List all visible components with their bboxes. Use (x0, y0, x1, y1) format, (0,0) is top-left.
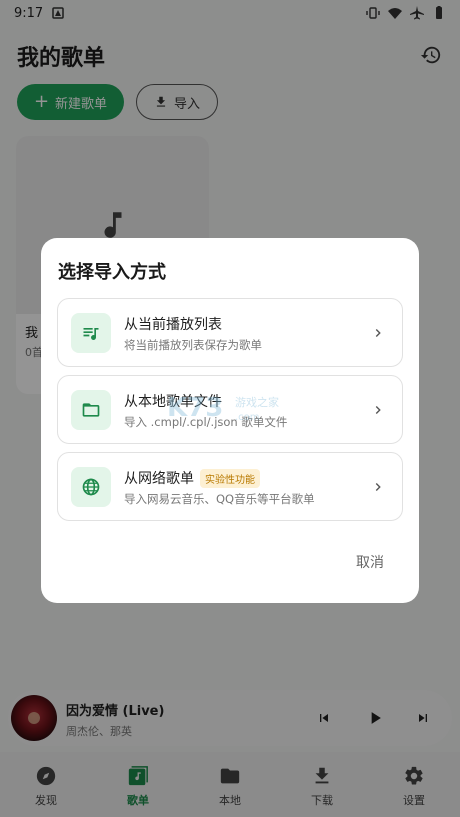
import-method-dialog: 选择导入方式 从当前播放列表 将当前播放列表保存为歌单 从本地歌单文件 导入 .… (41, 238, 419, 603)
option-current-queue[interactable]: 从当前播放列表 将当前播放列表保存为歌单 (57, 298, 403, 367)
chevron-right-icon (368, 323, 388, 343)
chevron-right-icon (368, 477, 388, 497)
option-title-text: 从网络歌单 (124, 471, 194, 487)
experimental-badge: 实验性功能 (200, 468, 260, 488)
queue-music-icon (71, 313, 111, 353)
globe-icon (71, 467, 111, 507)
chevron-right-icon (368, 400, 388, 420)
option-description: 将当前播放列表保存为歌单 (124, 338, 262, 352)
dialog-title: 选择导入方式 (58, 262, 166, 283)
option-title: 从当前播放列表 (124, 314, 222, 334)
option-description: 导入 .cmpl/.cpl/.json 歌单文件 (124, 415, 288, 429)
option-description: 导入网易云音乐、QQ音乐等平台歌单 (124, 492, 315, 506)
option-title: 从本地歌单文件 (124, 391, 222, 411)
option-title-text: 从本地歌单文件 (124, 394, 222, 410)
cancel-button[interactable]: 取消 (356, 552, 384, 572)
option-online-playlist[interactable]: 从网络歌单 实验性功能 导入网易云音乐、QQ音乐等平台歌单 (57, 452, 403, 521)
option-local-file[interactable]: 从本地歌单文件 导入 .cmpl/.cpl/.json 歌单文件 (57, 375, 403, 444)
folder-icon (71, 390, 111, 430)
option-title-text: 从当前播放列表 (124, 317, 222, 333)
option-title: 从网络歌单 实验性功能 (124, 468, 260, 488)
